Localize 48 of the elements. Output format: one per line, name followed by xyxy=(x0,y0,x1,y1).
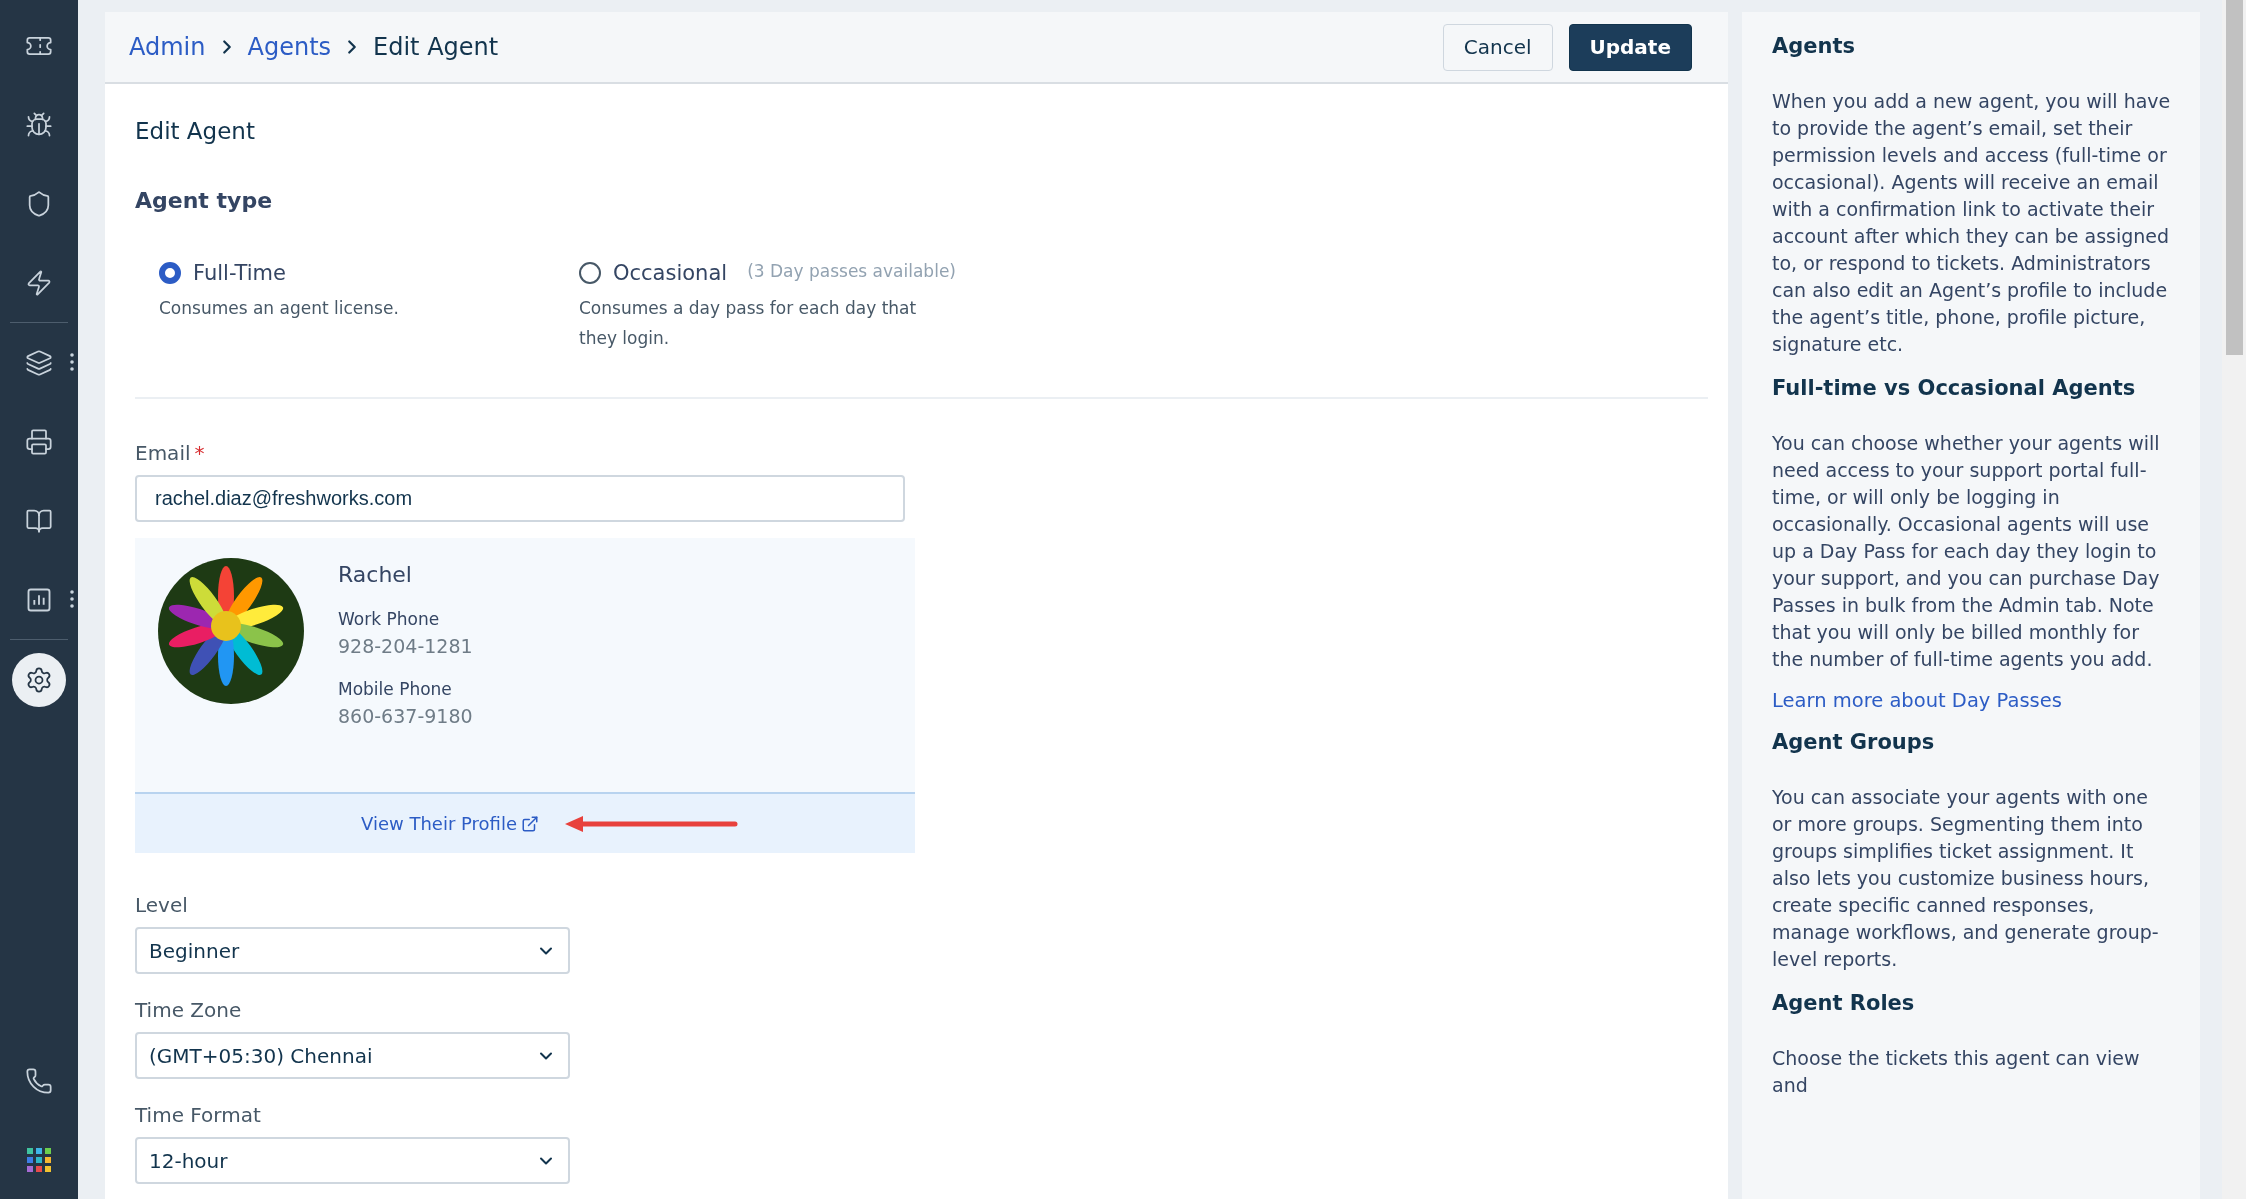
radio-label: Occasional xyxy=(613,261,728,285)
radio-button[interactable] xyxy=(579,262,601,284)
sidebar-item[interactable] xyxy=(12,652,66,707)
settings-icon xyxy=(25,665,53,694)
phone-number: 860-637-9180 xyxy=(338,705,473,727)
required-mark: * xyxy=(194,441,205,465)
radio-hint: (3 Day passes available) xyxy=(747,261,956,281)
external-link-icon xyxy=(521,814,539,833)
cancel-button[interactable]: Cancel xyxy=(1442,23,1553,71)
phone-number: 928-204-1281 xyxy=(338,635,473,657)
dropdown[interactable]: 12-hour xyxy=(135,1137,570,1184)
field-label: Level xyxy=(135,893,189,917)
help-text: You can choose whether your agents will need access to your support portal full-time, or will only be logging in occasionally. Occasional agents will use up a Day Pass for each day they login to your support, and you can purchase Day Passes in bulk from the Admin tab. Note that you will only be billed monthly for the number of full-time agents you add. xyxy=(1772,431,2161,672)
page-title: Edit Agent xyxy=(373,33,499,61)
radio-label: Full-Time xyxy=(193,261,286,285)
help-text: When you add a new agent, you will have to provide the agent’s email, set their permission levels and access (full-time or occasional). Agents will receive an email with a confirmation link to activate their account after which they can be assigned to, or respond to tickets. Administrators can also edit an Agent’s profile to include the agent’s title, phone, profile picture, signature etc. xyxy=(1772,89,2172,357)
breadcrumb-link[interactable]: Agents xyxy=(247,33,332,61)
radio-description: Consumes an agent license. xyxy=(159,297,400,320)
radio-button[interactable] xyxy=(159,262,181,284)
form-title: Edit Agent xyxy=(135,118,256,144)
bug-icon xyxy=(25,110,53,139)
phone-label: Mobile Phone xyxy=(338,679,453,699)
layers-icon xyxy=(25,348,53,377)
profile-name: Rachel xyxy=(338,562,413,587)
breadcrumb-link[interactable]: Admin xyxy=(129,33,206,61)
update-button[interactable]: Update xyxy=(1568,23,1692,71)
phone-label: Work Phone xyxy=(338,609,441,629)
help-link[interactable]: Learn more about Day Passes xyxy=(1772,689,2172,712)
email-field[interactable]: rachel.diaz@freshworks.com xyxy=(135,475,905,522)
help-text: You can associate your agents with one or more groups. Segmenting them into groups simplifies ticket assignment. It also lets you customize business hours, create specific canned responses, manage workflows, and generate group-level reports. xyxy=(1772,785,2160,972)
help-heading: Agent Groups xyxy=(1772,730,1936,754)
section-title: Agent type xyxy=(135,188,274,213)
dropdown[interactable]: Beginner xyxy=(135,927,570,974)
lightning-icon xyxy=(25,268,53,297)
help-text: Choose the tickets this agent can view and xyxy=(1772,1046,2141,1098)
help-heading: Full-time vs Occasional Agents xyxy=(1772,376,2137,400)
field-label: Time Zone xyxy=(135,998,243,1022)
scrollbar[interactable] xyxy=(2225,0,2243,355)
radio-description: Consumes a day pass for each day that they login. xyxy=(579,297,918,350)
apps-icon[interactable] xyxy=(27,1147,51,1172)
field-label: Time Format xyxy=(135,1103,262,1127)
printer-icon xyxy=(25,427,53,456)
profile-link[interactable]: View Their Profile xyxy=(361,813,539,834)
help-heading: Agents xyxy=(1772,34,1856,58)
field-label: Email xyxy=(135,441,191,465)
help-heading: Agent Roles xyxy=(1772,991,1916,1015)
dropdown[interactable]: (GMT+05:30) Chennai xyxy=(135,1032,570,1079)
phone-icon xyxy=(25,1066,53,1095)
